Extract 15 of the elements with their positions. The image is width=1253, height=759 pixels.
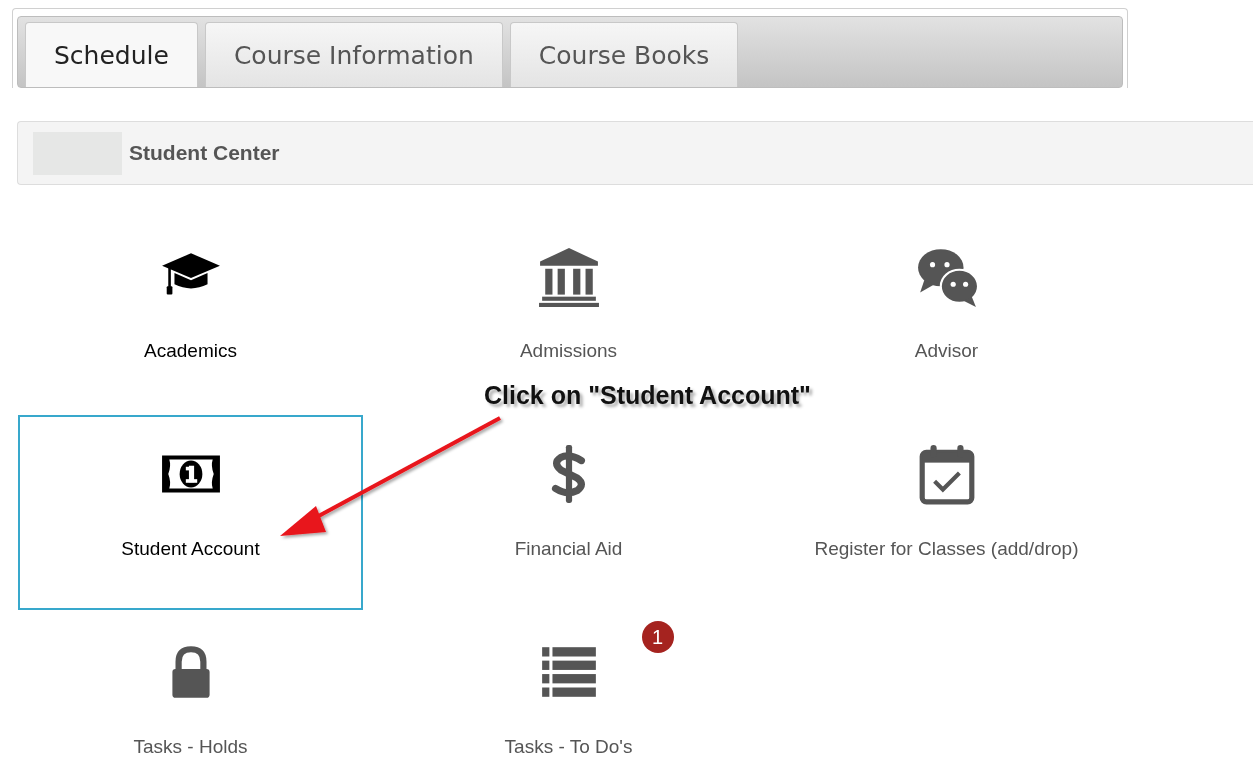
menu-link[interactable]: Tasks - Holds [133, 736, 248, 758]
menu-link[interactable]: Register for Classes (add/drop) [814, 538, 1079, 560]
page-title: Student Center [129, 141, 280, 165]
tab[interactable]: Schedule [25, 22, 198, 87]
menu-link[interactable]: Academics [144, 340, 237, 362]
menu-link[interactable]: Tasks - To Do's [504, 736, 633, 758]
count-badge: 1 [641, 621, 674, 653]
bank-icon [537, 245, 600, 307]
annotation-text: Click on "Student Account" [484, 381, 811, 410]
menu-link[interactable]: Advisor [914, 340, 979, 362]
menu-link[interactable]: Admissions [519, 340, 618, 362]
menu-link[interactable]: Student Account [121, 538, 260, 560]
tab[interactable]: Course Books [509, 22, 739, 87]
tab[interactable]: Course Information [204, 22, 503, 87]
menu-link[interactable]: Financial Aid [514, 538, 623, 560]
